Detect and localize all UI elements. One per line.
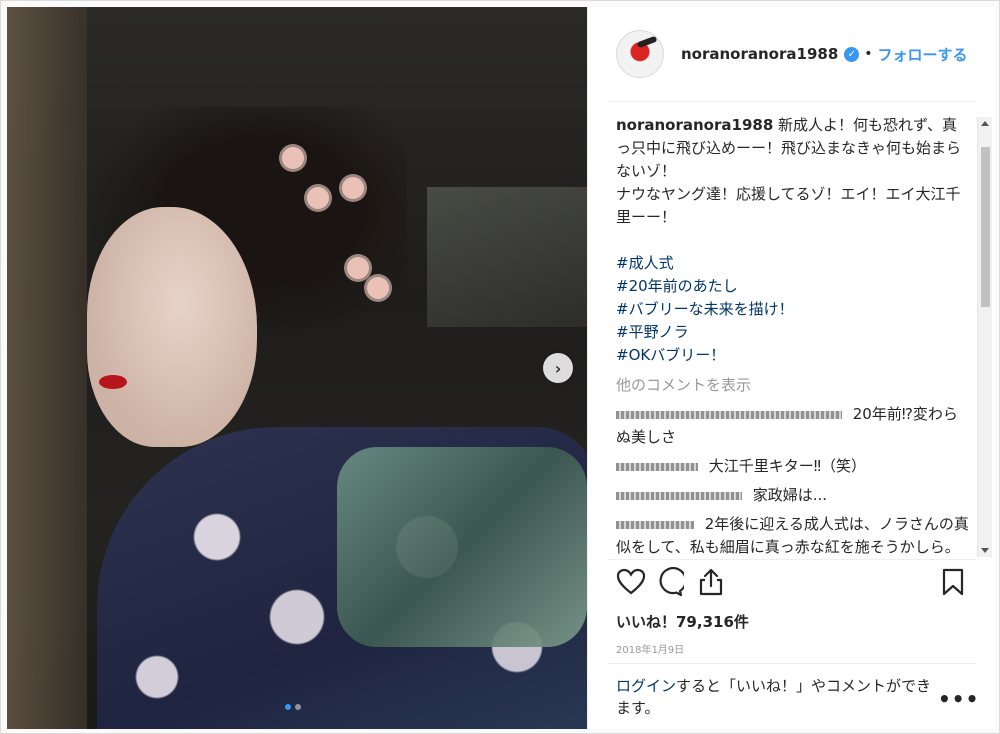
- heart-outline-icon[interactable]: [616, 567, 646, 597]
- comment-item: 20年前⁉変わらぬ美しさ: [616, 403, 970, 449]
- caption-username[interactable]: noranoranora1988: [616, 116, 773, 134]
- chevron-right-icon: ›: [554, 358, 562, 378]
- photo-face: [87, 207, 257, 447]
- hashtag-link[interactable]: #20年前のあたし: [616, 275, 970, 298]
- comment-item: 家政婦は...: [616, 484, 970, 507]
- header-separator: •: [864, 46, 873, 62]
- like-count[interactable]: いいね！79,316件: [616, 611, 749, 632]
- comments-section: noranoranora1988 新成人よ！何も恐れず、真っ只中に飛び込めーー！…: [588, 102, 996, 557]
- comment-username-redacted[interactable]: [616, 491, 742, 500]
- post-header: noranoranora1988 ✓ • フォローする: [588, 7, 996, 101]
- post-sidebar: noranoranora1988 ✓ • フォローする noranoranora…: [587, 7, 995, 729]
- hair-flower: [367, 277, 389, 299]
- view-more-comments-link[interactable]: 他のコメントを表示: [616, 374, 970, 397]
- photo-background-window: [427, 187, 587, 327]
- hair-flower: [282, 147, 304, 169]
- carousel-indicator: [285, 704, 301, 710]
- hair-flower: [307, 187, 329, 209]
- header-username[interactable]: noranoranora1988: [681, 45, 838, 63]
- comment-username-redacted[interactable]: [616, 410, 842, 419]
- avatar[interactable]: [616, 30, 664, 78]
- carousel-next-button[interactable]: ›: [543, 353, 573, 383]
- verified-badge-icon: ✓: [844, 46, 860, 62]
- hashtag-list: #成人式 #20年前のあたし #バブリーな未来を描け！ #平野ノラ #OKバブリ…: [616, 252, 970, 367]
- bookmark-icon[interactable]: [938, 567, 968, 597]
- comment-text: 大江千里キター‼（笑）: [704, 457, 867, 475]
- hashtag-link[interactable]: #成人式: [616, 252, 970, 275]
- post-caption: noranoranora1988 新成人よ！何も恐れず、真っ只中に飛び込めーー！…: [616, 114, 970, 229]
- comment-username-redacted[interactable]: [616, 462, 698, 471]
- more-options-icon[interactable]: •••: [938, 687, 979, 711]
- carousel-dot-active: [285, 704, 291, 710]
- photo-obi: [337, 447, 587, 647]
- comment-item: 大江千里キター‼（笑）: [616, 455, 970, 478]
- share-upload-icon[interactable]: [696, 567, 726, 597]
- comment-username-redacted[interactable]: [616, 520, 694, 529]
- login-prompt: ログインすると「いいね！」やコメントができます。: [616, 675, 936, 719]
- scroll-up-arrow-icon[interactable]: [981, 121, 989, 126]
- hashtag-link[interactable]: #バブリーな未来を描け！: [616, 298, 970, 321]
- actions-divider: [608, 559, 976, 560]
- login-divider: [608, 663, 976, 664]
- hashtag-link[interactable]: #平野ノラ: [616, 321, 970, 344]
- action-bar: [608, 567, 976, 607]
- follow-button[interactable]: フォローする: [878, 44, 968, 65]
- instagram-embed: › noranoranora1988 ✓ • フォローする noranorano…: [0, 0, 1000, 734]
- scroll-down-arrow-icon[interactable]: [981, 548, 989, 553]
- login-link[interactable]: ログイン: [616, 677, 676, 695]
- comments-scrollbar[interactable]: [977, 117, 992, 557]
- carousel-dot: [295, 704, 301, 710]
- photo-background-left: [7, 7, 87, 729]
- hair-flower: [347, 257, 369, 279]
- comment-text: 家政婦は...: [748, 486, 828, 504]
- post-photo[interactable]: [7, 7, 587, 729]
- scrollbar-thumb[interactable]: [981, 147, 990, 307]
- speech-bubble-icon[interactable]: [654, 567, 684, 597]
- post-date[interactable]: 2018年1月9日: [616, 641, 684, 656]
- photo-lips: [99, 375, 127, 389]
- hair-flower: [342, 177, 364, 199]
- comment-item: 2年後に迎える成人式は、ノラさんの真似をして、私も細眉に真っ赤な紅を施そうかしら…: [616, 513, 970, 557]
- hashtag-link[interactable]: #OKバブリー！: [616, 344, 970, 367]
